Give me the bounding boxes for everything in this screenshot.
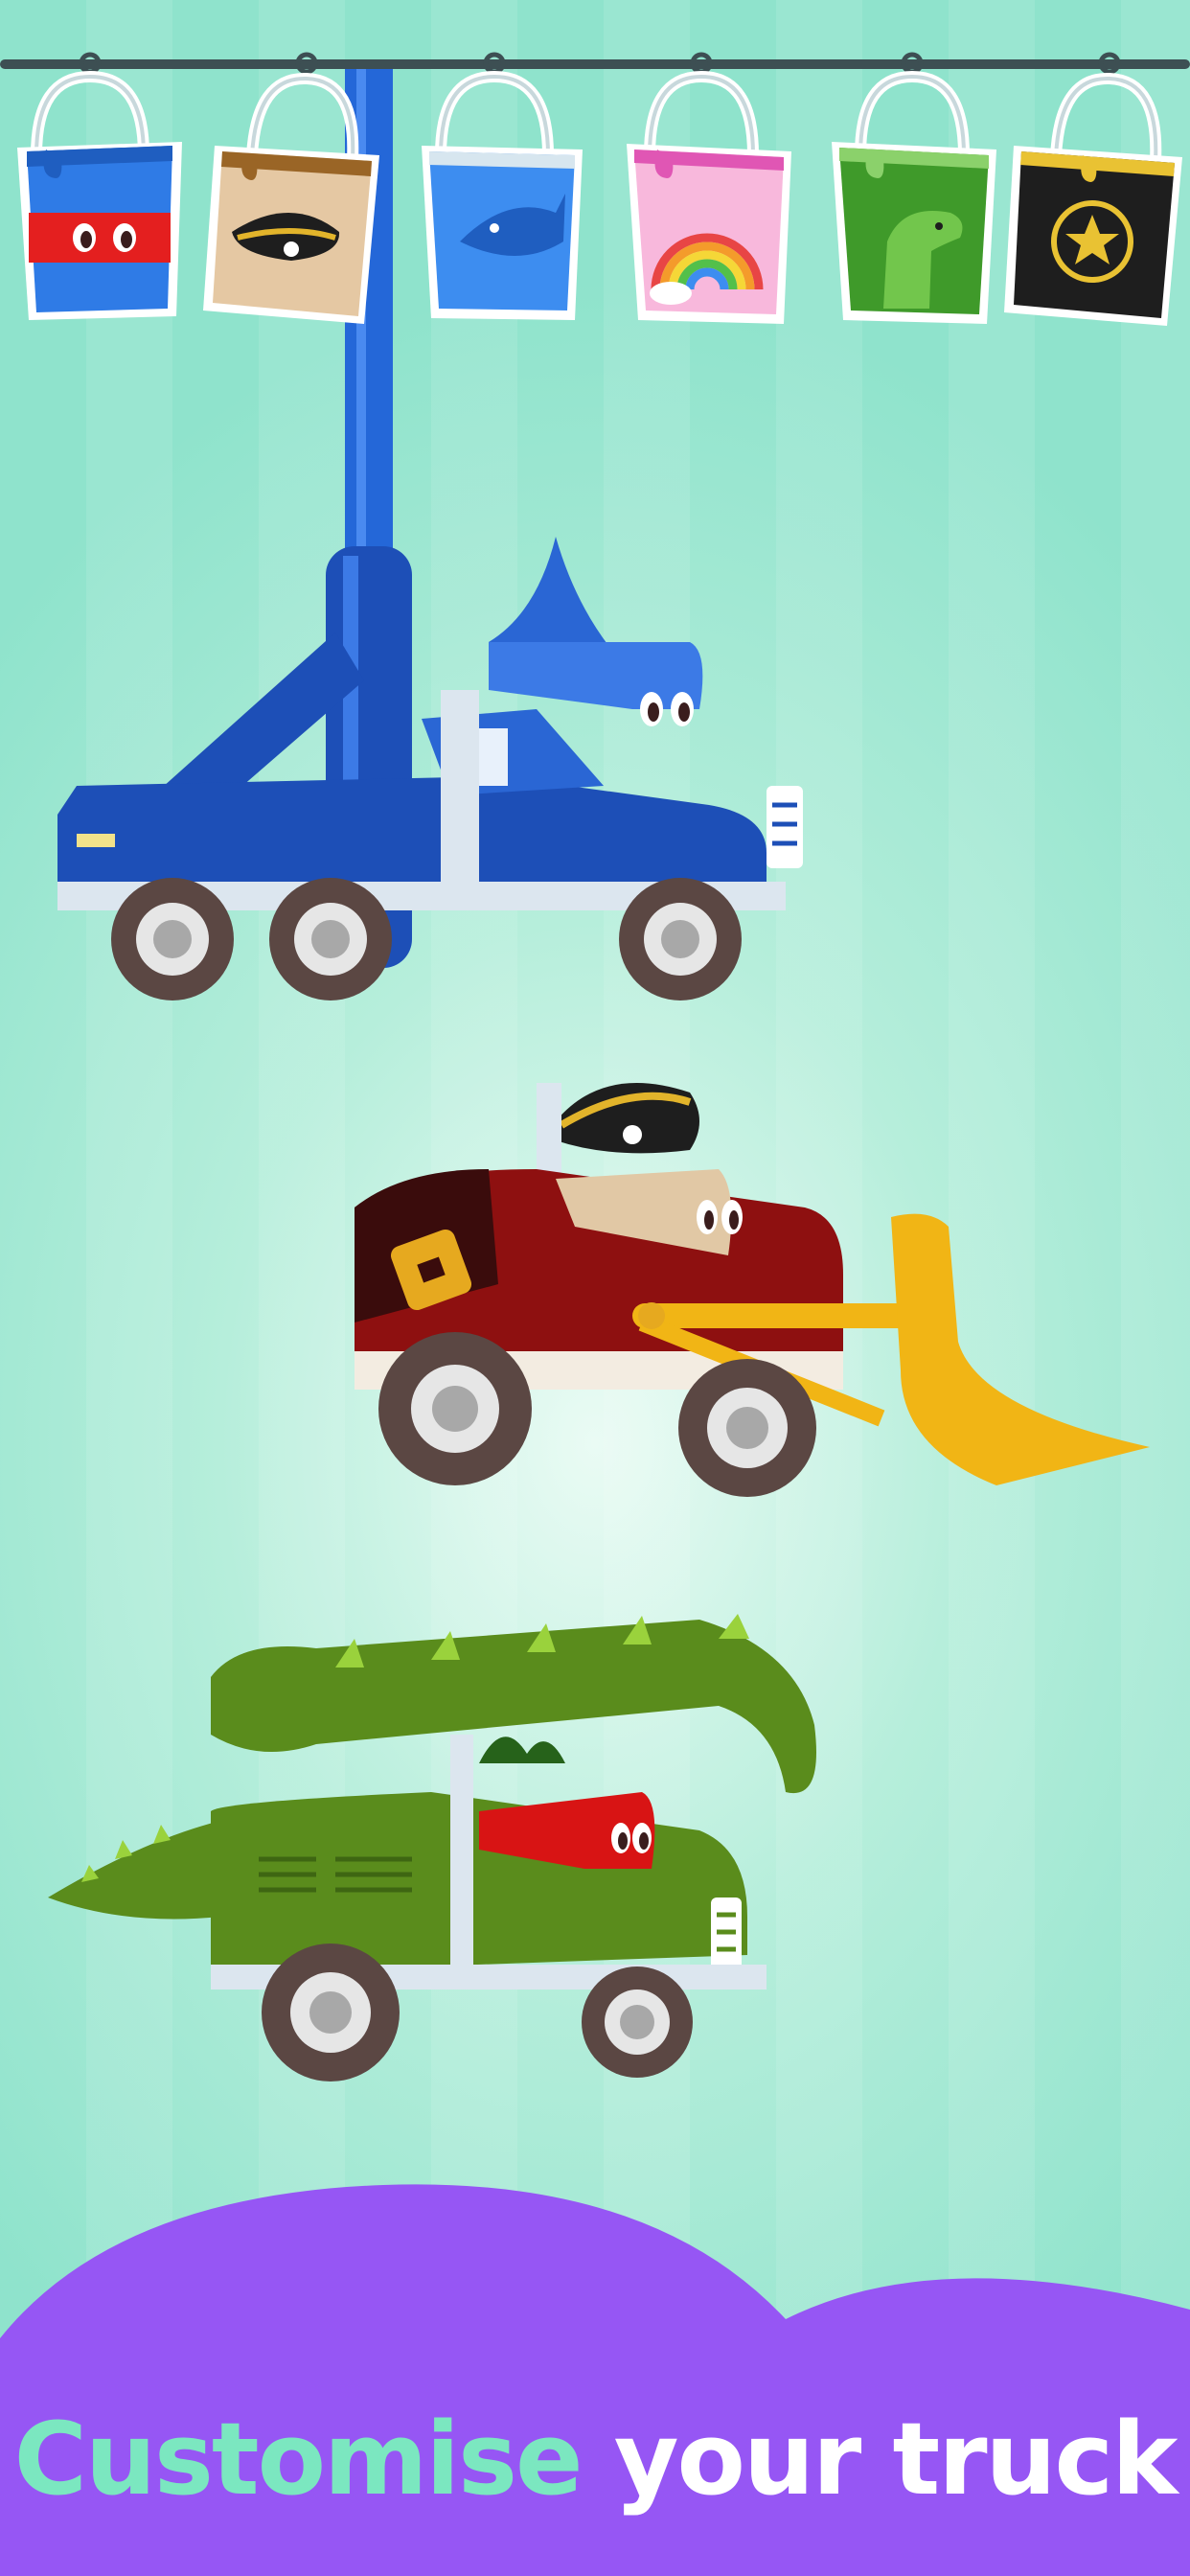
dinosaur-digger[interactable]	[29, 1610, 824, 2099]
caption: Customise your truck	[0, 2401, 1190, 2518]
shark-crane-truck[interactable]	[38, 518, 824, 1016]
paint-bucket-shark[interactable]	[402, 50, 584, 337]
pirate-bulldozer[interactable]	[345, 1064, 1159, 1514]
paint-bucket-sheriff[interactable]	[1004, 50, 1186, 337]
caption-rest: your truck	[613, 2401, 1179, 2518]
paint-bucket-rainbow[interactable]	[613, 50, 795, 337]
paint-bucket-rail	[0, 0, 1190, 345]
paint-bucket-pirate[interactable]	[199, 50, 381, 337]
paint-bucket-dinosaur[interactable]	[816, 50, 998, 337]
caption-accent: Customise	[13, 2401, 584, 2518]
paint-bucket-red-face[interactable]	[8, 50, 190, 337]
